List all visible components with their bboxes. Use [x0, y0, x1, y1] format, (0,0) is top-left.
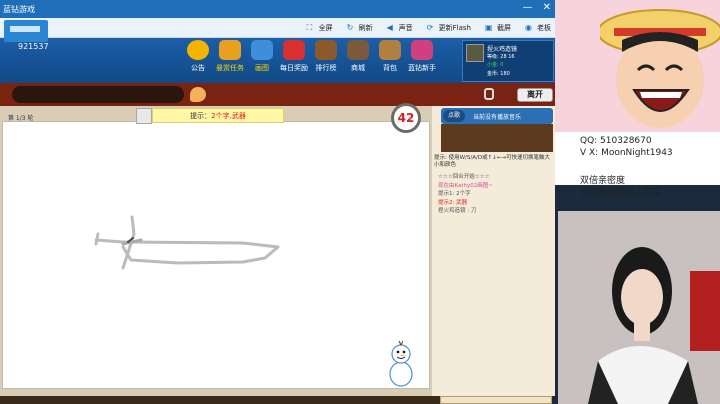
backpack-icon: [379, 40, 401, 60]
nav-bluediamond-newbie[interactable]: 蓝钻新手: [408, 40, 436, 73]
webcam-view: [558, 211, 720, 404]
player-gold: 小金: 0: [487, 62, 504, 68]
trophy-icon: [315, 40, 337, 60]
player-level: 等级: 28 16: [487, 54, 515, 60]
snowman-mascot: [384, 340, 418, 388]
music-panel: [441, 124, 553, 152]
cards-icon: [251, 40, 273, 60]
chat-input[interactable]: [12, 86, 184, 103]
nav-shop[interactable]: 商城: [344, 40, 372, 73]
fullscreen-icon: ⛶: [306, 23, 313, 32]
fullscreen-button[interactable]: ⛶ 全屏: [307, 23, 333, 33]
keyboard-tip: 提示: 使用W/S/A/D或↑↓←→可快速切换笔触大小和颜色: [434, 155, 551, 168]
bottom-strip: [0, 396, 440, 404]
nav-draw[interactable]: 画图: [248, 40, 276, 73]
overlay-wechat: V X: MoonNight1943: [580, 148, 673, 158]
chat-line: 提示2: 武器: [438, 199, 468, 206]
feather-icon[interactable]: [190, 87, 206, 102]
nav-bounty-task[interactable]: 悬赏任务: [216, 40, 244, 73]
close-button[interactable]: ✕: [543, 2, 551, 14]
user-id: 921537: [18, 42, 49, 51]
diamond-gift-icon: [411, 40, 433, 60]
player-info: 捏火鸡造镜 等级: 28 16 小金: 0 金币: 180: [462, 40, 554, 82]
boss-button[interactable]: ◉ 老板: [525, 23, 551, 33]
chat-log: ☆☆☆回合开始☆☆☆ 现在由Kathy02画图~ 提示1: 2个字 提示2: 武…: [438, 173, 493, 216]
player-coins: 金币: 180: [487, 71, 510, 77]
countdown-timer: 42: [391, 103, 421, 133]
sound-button[interactable]: ◀ 声音: [387, 23, 413, 33]
sketch-drawing: [94, 215, 280, 270]
leave-button[interactable]: 离开: [517, 88, 553, 102]
window-title: 蓝钻游戏: [3, 5, 35, 14]
cartoon-avatar: [597, 0, 720, 132]
player-name: 捏火鸡造镜: [487, 46, 518, 53]
nav-bar: 公告 悬赏任务 画图 每日奖励 排行榜 商城 背包 蓝钻新手: [184, 40, 436, 73]
sound-icon: ◀: [386, 23, 393, 32]
hint-banner: 提示：2个字,武器: [152, 108, 284, 123]
screenshot-button[interactable]: ▣ 截屏: [485, 23, 511, 33]
minimize-button[interactable]: —: [523, 2, 533, 14]
bottom-input[interactable]: [440, 396, 552, 404]
shop-icon: [347, 40, 369, 60]
request-song-button[interactable]: 点歌: [443, 110, 465, 122]
overlay-double-fan-exp: 双倍粉丝经验上限中: [580, 188, 662, 198]
pencil-icon: [136, 108, 152, 124]
announcement-icon: [187, 40, 209, 60]
toolbar: ⛶ 全屏 ↻ 刷新 ◀ 声音 ⟳ 更新Flash ▣ 截屏 ◉ 老板: [0, 18, 555, 38]
update-flash-button[interactable]: ⟳ 更新Flash: [427, 23, 471, 33]
game-logo: [4, 20, 48, 42]
music-bar: 点歌 当前没有播放音乐: [441, 108, 553, 124]
music-status: 当前没有播放音乐: [473, 114, 522, 121]
nav-backpack[interactable]: 背包: [376, 40, 404, 73]
bounty-icon: [219, 40, 241, 60]
chat-line: 捏火鸡造镜 : 刀: [438, 208, 477, 214]
nav-announcement[interactable]: 公告: [184, 40, 212, 73]
chat-line: ☆☆☆回合开始☆☆☆: [438, 174, 490, 180]
nav-ranking[interactable]: 排行榜: [312, 40, 340, 73]
overlay-qq: QQ: 510328670: [580, 136, 652, 146]
boss-icon: ◉: [525, 23, 532, 32]
avatar: [466, 44, 484, 62]
round-counter: 第 1/3 轮: [8, 115, 34, 122]
chat-line: 提示1: 2个字: [438, 191, 471, 197]
refresh-button[interactable]: ↻ 刷新: [347, 23, 373, 33]
lock-icon[interactable]: [484, 88, 494, 100]
chat-line: 现在由Kathy02画图~: [438, 182, 493, 189]
screenshot-icon: ▣: [485, 23, 493, 32]
refresh-icon: ↻: [346, 23, 354, 32]
window-titlebar: 蓝钻游戏 — ✕: [0, 0, 555, 18]
drawing-canvas[interactable]: [2, 121, 430, 389]
gift-icon: [283, 40, 305, 60]
screen: 蓝钻游戏 — ✕ ⛶ 全屏 ↻ 刷新 ◀ 声音 ⟳ 更新Flash ▣ 截屏 ◉ 老板 92…: [0, 0, 720, 404]
update-icon: ⟳: [426, 23, 434, 32]
nav-daily-reward[interactable]: 每日奖励: [280, 40, 308, 73]
